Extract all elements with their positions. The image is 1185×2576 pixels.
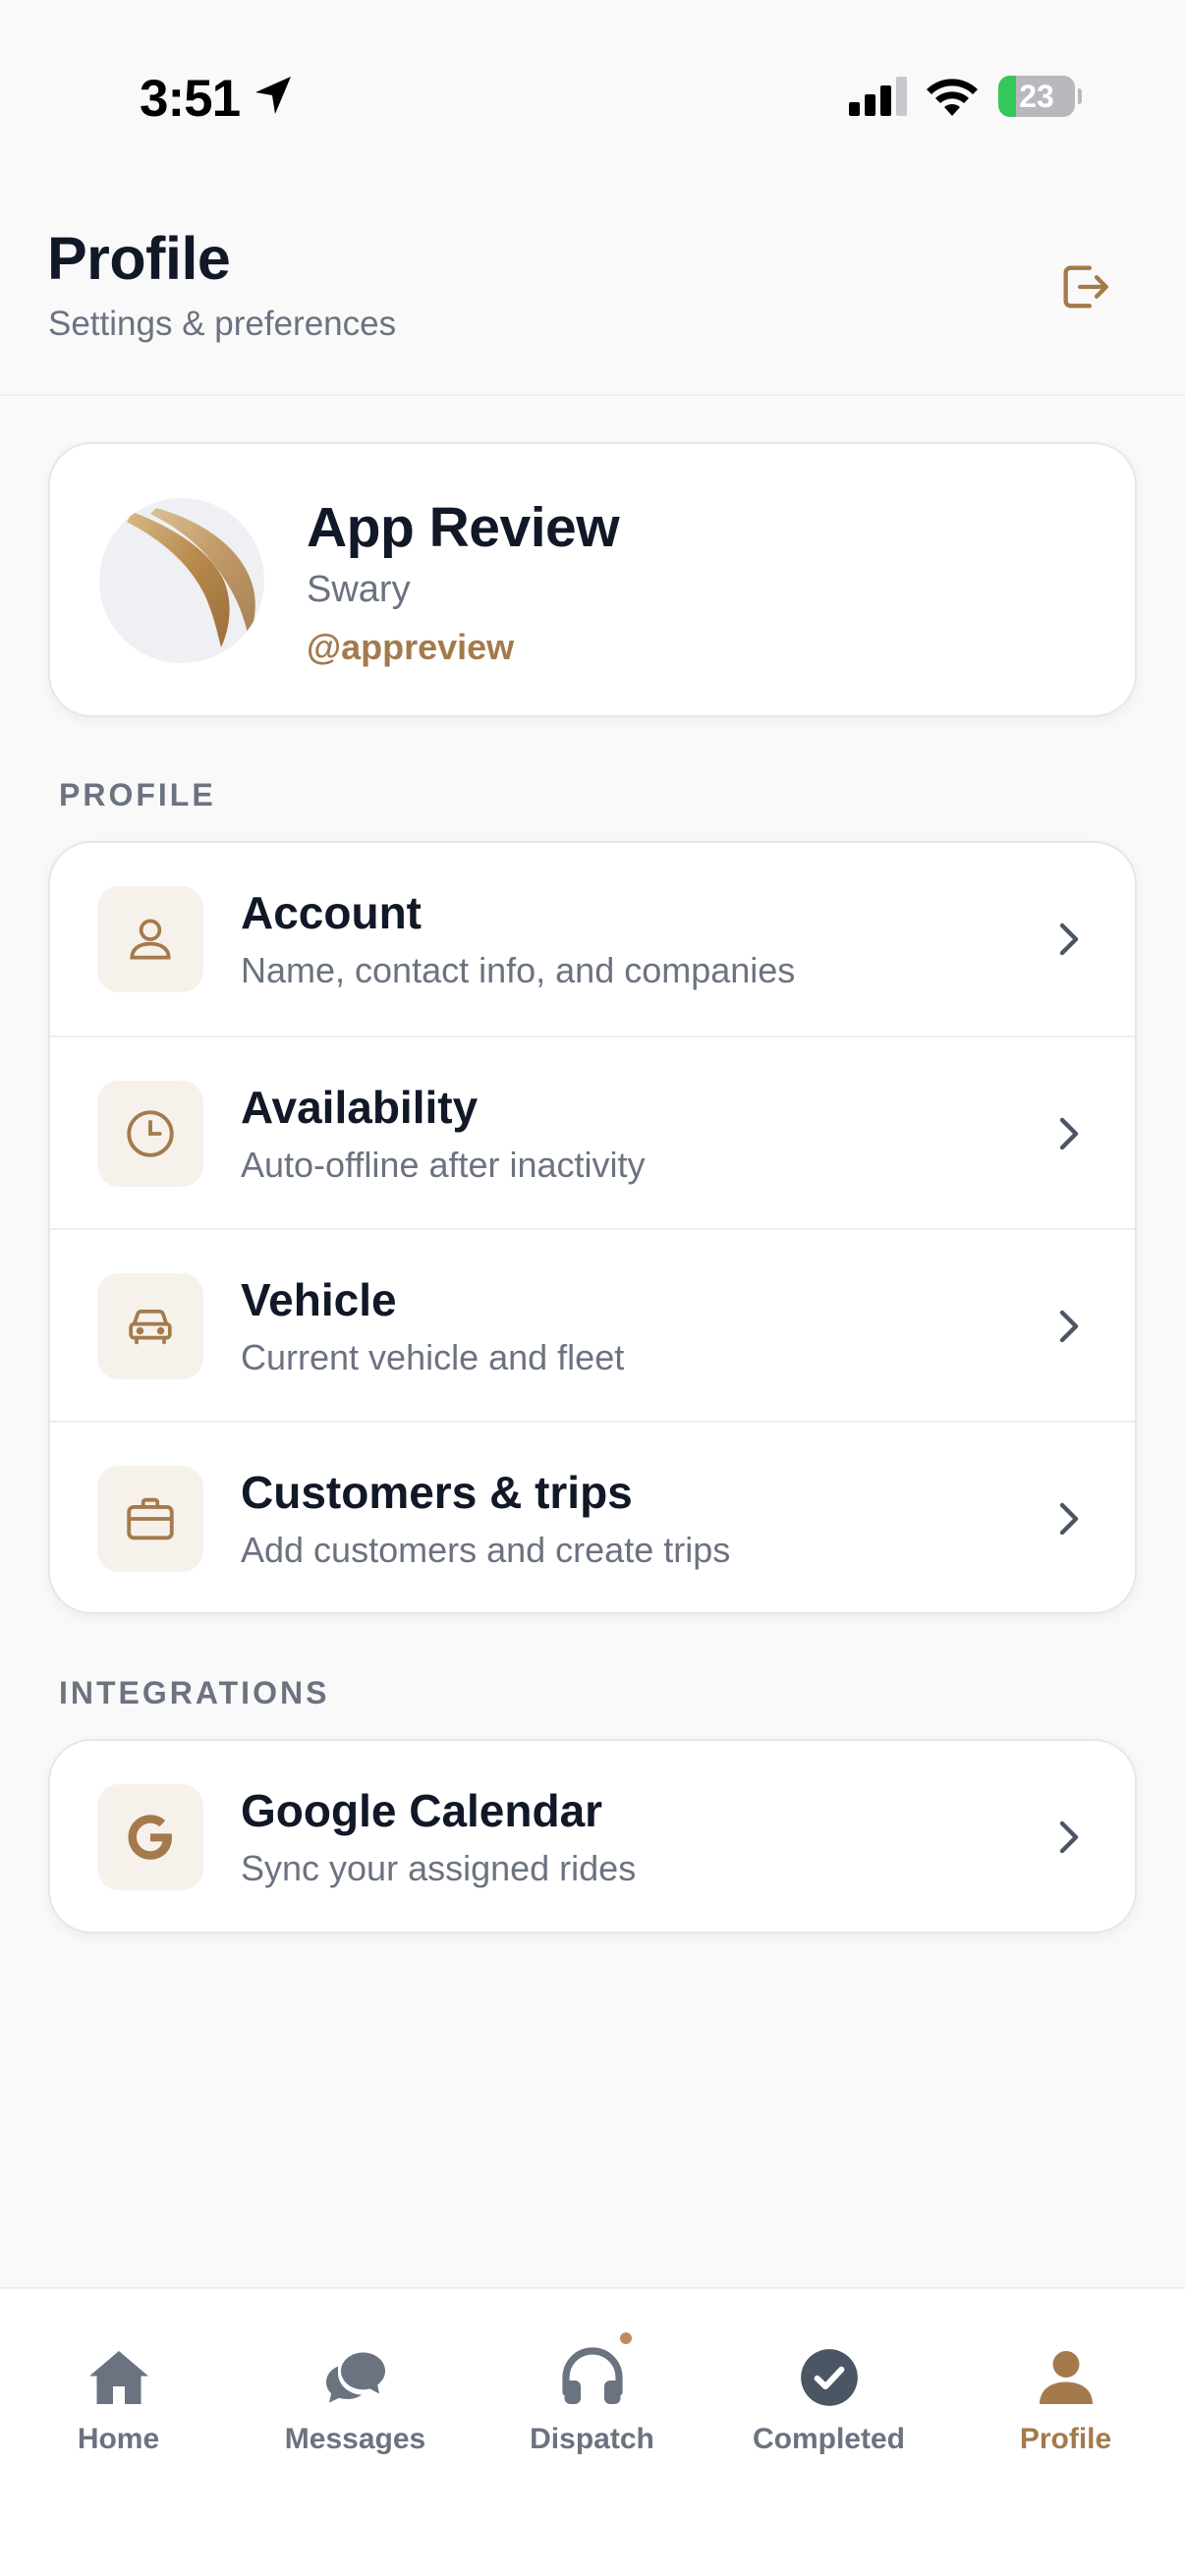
chevron-right-icon xyxy=(1059,923,1079,956)
person-icon xyxy=(130,919,171,960)
page-header: Profile Settings & preferences xyxy=(0,187,1185,396)
chevron-right-icon xyxy=(1059,1117,1079,1150)
page-title: Profile xyxy=(47,225,231,292)
list-item-subtitle: Add customers and create trips xyxy=(241,1530,731,1570)
list-item-title: Customers & trips xyxy=(241,1467,633,1518)
logout-icon xyxy=(1063,265,1108,308)
tab-home[interactable]: Home xyxy=(0,2289,237,2486)
list-item-subtitle: Sync your assigned rides xyxy=(241,1848,637,1888)
list-item-account[interactable]: Account Name, contact info, and companie… xyxy=(50,843,1135,1036)
clock-icon xyxy=(127,1110,174,1157)
list-item-availability[interactable]: Availability Auto-offline after inactivi… xyxy=(50,1036,1135,1228)
list-item-subtitle: Name, contact info, and companies xyxy=(241,950,796,990)
chevron-right-icon xyxy=(1059,1820,1079,1854)
avatar xyxy=(99,498,264,663)
tab-dispatch[interactable]: Dispatch xyxy=(474,2289,710,2486)
list-item-vehicle[interactable]: Vehicle Current vehicle and fleet xyxy=(50,1228,1135,1421)
status-time: 3:51 xyxy=(140,70,241,128)
google-icon xyxy=(128,1815,172,1860)
tab-profile[interactable]: Profile xyxy=(947,2289,1184,2486)
logout-button[interactable] xyxy=(1044,246,1126,328)
chevron-right-icon xyxy=(1059,1502,1079,1536)
page-subtitle: Settings & preferences xyxy=(48,305,397,343)
list-item-title: Account xyxy=(241,887,422,938)
profile-card[interactable]: App Review Swary @appreview xyxy=(48,442,1137,717)
profile-screen: 3:51 23 Profile Settings & preferences A… xyxy=(0,0,1185,2576)
tab-label: Completed xyxy=(752,2423,905,2455)
tab-bar: Home Messages Dispatch Completed Profile xyxy=(0,2287,1185,2576)
status-bar: 3:51 23 xyxy=(0,0,1185,187)
wifi-icon xyxy=(927,79,978,116)
list-item-customers-trips[interactable]: Customers & trips Add customers and crea… xyxy=(50,1421,1135,1612)
location-arrow-icon xyxy=(255,77,291,114)
list-item-title: Vehicle xyxy=(241,1274,397,1325)
tab-label: Dispatch xyxy=(530,2423,654,2455)
list-item-subtitle: Auto-offline after inactivity xyxy=(241,1145,646,1185)
briefcase-icon xyxy=(127,1497,174,1540)
home-icon xyxy=(88,2351,148,2404)
tab-label: Messages xyxy=(284,2423,426,2455)
list-item-google-calendar[interactable]: Google Calendar Sync your assigned rides xyxy=(50,1741,1135,1932)
tab-label: Home xyxy=(77,2423,160,2455)
car-icon xyxy=(129,1309,172,1345)
headphones-icon xyxy=(561,2347,623,2404)
list-item-subtitle: Current vehicle and fleet xyxy=(241,1337,625,1377)
list-item-title: Availability xyxy=(241,1082,479,1133)
profile-name: App Review xyxy=(307,496,620,559)
tab-label: Profile xyxy=(1019,2423,1112,2455)
integrations-list: Google Calendar Sync your assigned rides xyxy=(48,1739,1137,1933)
tab-messages[interactable]: Messages xyxy=(237,2289,474,2486)
battery-percent: 23 xyxy=(1019,79,1054,114)
chevron-right-icon xyxy=(1059,1310,1079,1343)
profile-company: Swary xyxy=(307,569,411,610)
profile-settings-list: Account Name, contact info, and companie… xyxy=(48,841,1137,1614)
person-icon xyxy=(1039,2351,1093,2404)
list-item-title: Google Calendar xyxy=(241,1785,603,1836)
battery-indicator: 23 xyxy=(998,76,1082,117)
messages-icon xyxy=(325,2352,385,2403)
profile-handle: @appreview xyxy=(307,627,515,667)
section-label-profile: PROFILE xyxy=(59,777,216,812)
check-circle-icon xyxy=(800,2349,858,2406)
cellular-signal-icon xyxy=(849,77,907,116)
section-label-integrations: INTEGRATIONS xyxy=(59,1675,330,1710)
swary-logo-icon xyxy=(127,508,255,647)
notification-dot xyxy=(618,2330,634,2346)
tab-completed[interactable]: Completed xyxy=(710,2289,947,2486)
